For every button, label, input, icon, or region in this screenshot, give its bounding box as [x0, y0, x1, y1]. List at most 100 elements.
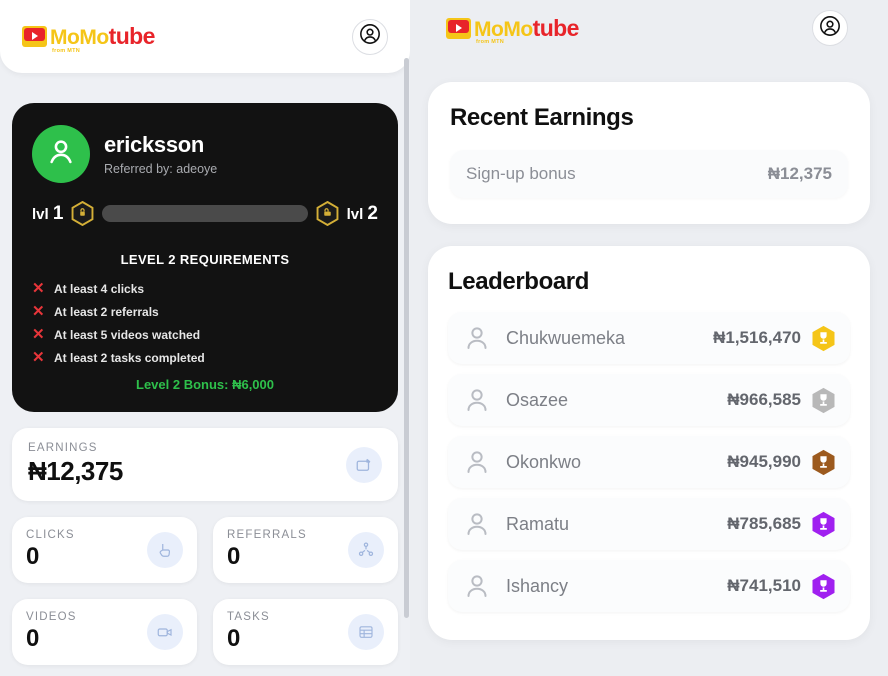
trophy-hex-icon — [811, 511, 836, 538]
momo-play-icon — [22, 26, 47, 47]
brand-logo[interactable]: MoMo tube from MTN — [22, 23, 156, 54]
requirement-item: ✕ At least 2 referrals — [32, 304, 378, 319]
account-circle-icon — [359, 23, 381, 50]
profile-card: ericksson Referred by: adeoye lvl 1 lvl … — [12, 103, 398, 412]
stat-value-clicks: 0 — [26, 543, 40, 570]
earnings-row-amount: ₦12,375 — [767, 164, 832, 183]
leaderboard-row[interactable]: Chukwuemeka ₦1,516,470 — [448, 312, 850, 364]
stat-label-videos: VIDEOS — [26, 611, 77, 623]
brand-logo-right[interactable]: MoMo tube from MTN — [446, 16, 579, 45]
table-list-icon — [348, 614, 384, 650]
share-network-icon — [348, 532, 384, 568]
requirement-item: ✕ At least 2 tasks completed — [32, 350, 378, 365]
cross-icon: ✕ — [32, 303, 45, 320]
stat-card-clicks[interactable]: CLICKS 0 — [12, 517, 197, 583]
app-screen: MoMo tube from MTN ericksson Referred by… — [0, 0, 888, 676]
requirement-text: At least 4 clicks — [54, 281, 145, 296]
profile-identity: ericksson Referred by: adeoye — [104, 132, 217, 176]
leaderboard-row[interactable]: Ishancy ₦741,510 — [448, 560, 850, 612]
stat-card-referrals[interactable]: REFERRALS 0 — [213, 517, 398, 583]
hex-lock-icon-left — [71, 201, 94, 226]
avatar — [32, 125, 90, 183]
leaderboard-amount: ₦945,990 — [727, 452, 801, 471]
requirements-title: LEVEL 2 REQUIREMENTS — [120, 252, 290, 267]
video-camera-icon — [147, 614, 183, 650]
trophy-hex-icon — [811, 573, 836, 600]
leaderboard-name: Chukwuemeka — [506, 327, 626, 348]
leaderboard-amount: ₦785,685 — [727, 514, 801, 533]
profile-username: ericksson — [104, 132, 205, 157]
stat-earnings-texts: EARNINGS ₦12,375 — [28, 442, 123, 487]
person-icon — [462, 509, 492, 539]
level-to-label: lvl 2 — [347, 203, 378, 225]
stat-card-videos[interactable]: VIDEOS 0 — [12, 599, 197, 665]
cross-icon: ✕ — [32, 326, 45, 343]
leaderboard-name: Ishancy — [506, 575, 569, 596]
level-from-label: lvl 1 — [32, 203, 63, 225]
account-button-right[interactable] — [812, 10, 848, 46]
leaderboard-row[interactable]: Okonkwo ₦945,990 — [448, 436, 850, 488]
stat-value-referrals: 0 — [227, 543, 241, 570]
stat-label-tasks: TASKS — [227, 611, 270, 623]
left-scrollbar[interactable] — [404, 58, 409, 618]
person-icon — [462, 447, 492, 477]
leaderboard-amount: ₦741,510 — [727, 576, 801, 595]
left-header-bar: MoMo tube from MTN — [0, 0, 410, 73]
requirement-item: ✕ At least 5 videos watched — [32, 327, 378, 342]
cursor-click-icon — [147, 532, 183, 568]
leaderboard-name: Okonkwo — [506, 451, 582, 472]
brand-wordmark: MoMo tube from MTN — [50, 23, 156, 54]
stat-row-clicks-referrals: CLICKS 0 REFERRALS 0 — [12, 517, 398, 583]
stat-referrals-texts: REFERRALS 0 — [227, 529, 307, 571]
stat-tasks-texts: TASKS 0 — [227, 611, 270, 653]
leaderboard-amount: ₦966,585 — [727, 390, 801, 409]
stat-card-tasks[interactable]: TASKS 0 — [213, 599, 398, 665]
level-from-text: lvl — [32, 205, 49, 223]
account-button[interactable] — [352, 18, 388, 55]
account-circle-icon — [819, 15, 841, 42]
requirement-text: At least 5 videos watched — [54, 327, 201, 342]
stat-videos-texts: VIDEOS 0 — [26, 611, 77, 653]
brand-from-text: from MTN — [52, 47, 81, 54]
stat-value-earnings: ₦12,375 — [28, 456, 123, 486]
stat-label-referrals: REFERRALS — [227, 529, 307, 541]
person-icon — [44, 135, 78, 174]
leaderboard-row[interactable]: Ramatu ₦785,685 — [448, 498, 850, 550]
stat-row-videos-tasks: VIDEOS 0 TASKS 0 — [12, 599, 398, 665]
level-to-number: 2 — [367, 202, 378, 224]
stat-value-videos: 0 — [26, 625, 40, 652]
profile-header: ericksson Referred by: adeoye — [32, 125, 378, 183]
right-header-bar: MoMo tube from MTN — [428, 0, 870, 56]
leaderboard-card: Leaderboard Chukwuemeka ₦1,516,470 Osaze… — [428, 246, 870, 640]
recent-earnings-title: Recent Earnings — [450, 104, 634, 131]
stat-label-clicks: CLICKS — [26, 529, 75, 541]
person-icon — [462, 571, 492, 601]
brand-momo-text: MoMo — [50, 26, 109, 49]
left-scroll-area: MoMo tube from MTN ericksson Referred by… — [0, 0, 410, 676]
wallet-icon — [346, 446, 382, 483]
leaderboard-name: Ramatu — [506, 513, 570, 534]
brand-tube-text: tube — [108, 23, 156, 49]
leaderboard-row[interactable]: Osazee ₦966,585 — [448, 374, 850, 426]
trophy-hex-icon — [811, 325, 836, 352]
brand-from-text-right: from MTN — [476, 39, 505, 45]
recent-earnings-card: Recent Earnings Sign-up bonus ₦12,375 — [428, 82, 870, 224]
hex-lock-icon-right — [316, 201, 339, 226]
trophy-hex-icon — [811, 449, 836, 476]
earnings-row[interactable]: Sign-up bonus ₦12,375 — [450, 150, 848, 198]
stat-label-earnings: EARNINGS — [28, 442, 98, 454]
leaderboard-name: Osazee — [506, 389, 569, 410]
earnings-row-label: Sign-up bonus — [466, 164, 576, 183]
requirement-item: ✕ At least 4 clicks — [32, 281, 378, 296]
brand-wordmark-right: MoMo tube from MTN — [474, 16, 579, 45]
stat-value-tasks: 0 — [227, 625, 241, 652]
person-icon — [462, 323, 492, 353]
level-progress-bar — [102, 205, 308, 222]
level-progress-row: lvl 1 lvl 2 — [32, 201, 378, 226]
trophy-hex-icon — [811, 387, 836, 414]
requirement-text: At least 2 referrals — [54, 304, 159, 319]
level-from-number: 1 — [52, 202, 64, 224]
requirements-list: ✕ At least 4 clicks ✕ At least 2 referra… — [32, 281, 378, 365]
level-to-text: lvl — [346, 205, 364, 223]
stat-card-earnings[interactable]: EARNINGS ₦12,375 — [12, 428, 398, 501]
